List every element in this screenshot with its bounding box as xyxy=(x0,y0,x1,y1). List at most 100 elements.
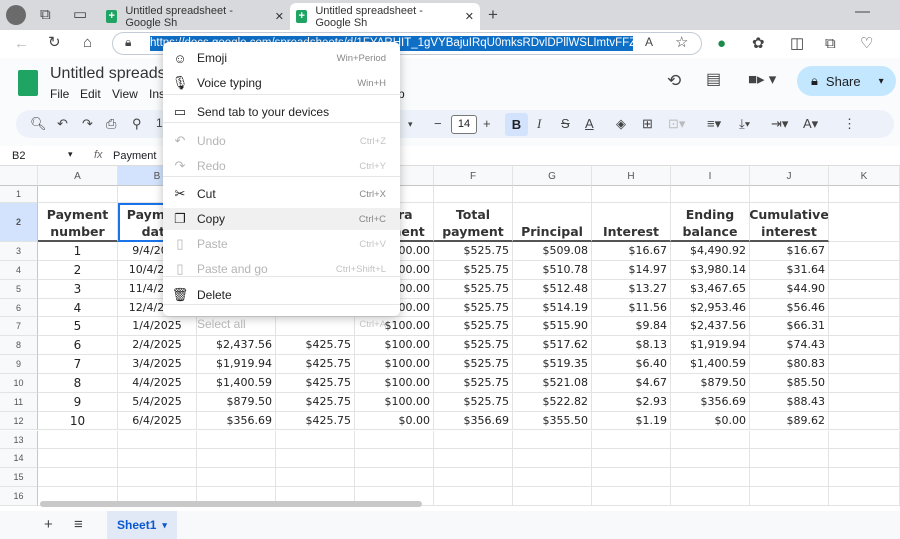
empty-cell[interactable] xyxy=(276,468,355,488)
empty-cell[interactable] xyxy=(671,186,750,203)
redo-icon[interactable]: ↷ xyxy=(82,116,93,132)
data-cell[interactable]: $44.90 xyxy=(750,279,829,299)
data-cell[interactable]: $1,919.94 xyxy=(197,355,276,374)
column-title-cell[interactable]: Interest xyxy=(592,203,671,242)
font-dropdown-icon[interactable]: ▾ xyxy=(408,119,413,130)
browser-essentials-icon[interactable]: ♡ xyxy=(860,36,873,51)
undo-icon[interactable]: ↶ xyxy=(57,116,68,132)
empty-cell[interactable] xyxy=(829,411,900,431)
row-header-6[interactable]: 6 xyxy=(0,298,38,318)
row-header-1[interactable]: 1 xyxy=(0,186,38,203)
empty-cell[interactable] xyxy=(829,298,900,318)
font-size-input[interactable]: 14 xyxy=(451,115,477,134)
back-icon[interactable]: ← xyxy=(14,36,29,51)
data-cell[interactable]: $509.08 xyxy=(513,242,592,261)
new-tab-icon[interactable]: + xyxy=(488,6,498,23)
browser-tab-2[interactable]: + Untitled spreadsheet - Google Sh ✕ xyxy=(290,3,480,30)
data-cell[interactable]: 2/4/2025 xyxy=(118,336,197,356)
data-cell[interactable]: 6 xyxy=(38,336,118,356)
data-cell[interactable]: $525.75 xyxy=(434,373,513,393)
data-cell[interactable]: $89.62 xyxy=(750,411,829,431)
name-box-dropdown-icon[interactable]: ▾ xyxy=(68,149,73,160)
data-cell[interactable]: 2 xyxy=(38,260,118,280)
row-header-4[interactable]: 4 xyxy=(0,260,38,280)
data-cell[interactable]: $14.97 xyxy=(592,260,671,280)
empty-cell[interactable] xyxy=(829,392,900,412)
close-tab-icon[interactable]: ✕ xyxy=(275,10,284,23)
row-header-11[interactable]: 11 xyxy=(0,392,38,412)
empty-cell[interactable] xyxy=(513,468,592,488)
extensions-icon[interactable]: ✿ xyxy=(752,36,765,51)
empty-cell[interactable] xyxy=(592,449,671,469)
row-header-2[interactable]: 2 xyxy=(0,203,38,242)
column-title-cell[interactable]: Total payment xyxy=(434,203,513,242)
split-screen-icon[interactable]: ◫ xyxy=(790,36,804,51)
row-header-8[interactable]: 8 xyxy=(0,336,38,356)
empty-cell[interactable] xyxy=(513,487,592,506)
vertical-align-icon[interactable]: ⤓▾ xyxy=(739,116,750,132)
data-cell[interactable]: $100.00 xyxy=(355,392,434,412)
data-cell[interactable]: $517.62 xyxy=(513,336,592,356)
formula-input[interactable]: Payment xyxy=(113,150,156,162)
data-cell[interactable]: $0.00 xyxy=(671,411,750,431)
data-cell[interactable]: $525.75 xyxy=(434,298,513,318)
data-cell[interactable]: $521.08 xyxy=(513,373,592,393)
data-cell[interactable]: $1.19 xyxy=(592,411,671,431)
meet-icon[interactable]: ■▸ ▾ xyxy=(748,72,776,87)
select-all-corner[interactable] xyxy=(0,166,38,186)
column-title-cell[interactable]: Principal xyxy=(513,203,592,242)
empty-cell[interactable] xyxy=(434,487,513,506)
reload-icon[interactable]: ↻ xyxy=(48,35,61,50)
tab-actions-icon[interactable]: ▭ xyxy=(73,7,87,22)
data-cell[interactable]: $4.67 xyxy=(592,373,671,393)
data-cell[interactable]: $16.67 xyxy=(592,242,671,261)
empty-cell[interactable] xyxy=(829,468,900,488)
context-menu-item-redo[interactable]: ↷ Redo Ctrl+Y xyxy=(163,155,400,177)
empty-cell[interactable] xyxy=(829,260,900,280)
data-cell[interactable]: $4,490.92 xyxy=(671,242,750,261)
empty-cell[interactable] xyxy=(434,430,513,450)
row-header-5[interactable]: 5 xyxy=(0,279,38,299)
row-header-14[interactable]: 14 xyxy=(0,449,38,469)
column-header-J[interactable]: J xyxy=(750,166,829,186)
data-cell[interactable]: 5 xyxy=(38,317,118,337)
context-menu-item-delete[interactable]: 🗑︎ Delete xyxy=(163,284,400,306)
context-menu-item-send-tab-to-your-devices[interactable]: ▭ Send tab to your devices xyxy=(163,101,400,123)
italic-button[interactable]: I xyxy=(537,116,541,132)
data-cell[interactable]: $1,919.94 xyxy=(671,336,750,356)
bold-button[interactable]: B xyxy=(505,113,528,136)
empty-cell[interactable] xyxy=(671,449,750,469)
row-header-13[interactable]: 13 xyxy=(0,430,38,450)
borders-icon[interactable]: ⊞ xyxy=(642,116,653,132)
data-cell[interactable]: $356.69 xyxy=(197,411,276,431)
empty-cell[interactable] xyxy=(355,449,434,469)
data-cell[interactable]: $522.82 xyxy=(513,392,592,412)
text-color-button[interactable]: A xyxy=(585,116,594,131)
lock-icon[interactable]: 🔒︎ xyxy=(125,36,131,48)
data-cell[interactable]: 3 xyxy=(38,279,118,299)
empty-cell[interactable] xyxy=(671,487,750,506)
column-header-A[interactable]: A xyxy=(38,166,118,186)
empty-cell[interactable] xyxy=(513,430,592,450)
data-cell[interactable]: $56.46 xyxy=(750,298,829,318)
extension-icon[interactable]: ● xyxy=(717,36,726,51)
horizontal-align-icon[interactable]: ≡▾ xyxy=(707,116,721,132)
empty-cell[interactable] xyxy=(829,203,900,242)
empty-cell[interactable] xyxy=(197,449,276,469)
strikethrough-button[interactable]: S xyxy=(561,116,570,131)
context-menu-item-cut[interactable]: ✂ Cut Ctrl+X xyxy=(163,183,400,205)
column-title-cell[interactable]: Payment number xyxy=(38,203,118,242)
data-cell[interactable]: 4 xyxy=(38,298,118,318)
empty-cell[interactable] xyxy=(750,449,829,469)
empty-cell[interactable] xyxy=(671,430,750,450)
context-menu-item-emoji[interactable]: ☺ Emoji Win+Period xyxy=(163,47,400,69)
column-title-cell[interactable]: Cumulative interest xyxy=(750,203,829,242)
print-icon[interactable]: ⎙ xyxy=(106,116,116,132)
collections-icon[interactable]: ⧉ xyxy=(825,36,836,51)
empty-cell[interactable] xyxy=(592,487,671,506)
data-cell[interactable]: $425.75 xyxy=(276,373,355,393)
data-cell[interactable]: $525.75 xyxy=(434,279,513,299)
row-header-9[interactable]: 9 xyxy=(0,355,38,374)
empty-cell[interactable] xyxy=(276,449,355,469)
empty-cell[interactable] xyxy=(829,186,900,203)
